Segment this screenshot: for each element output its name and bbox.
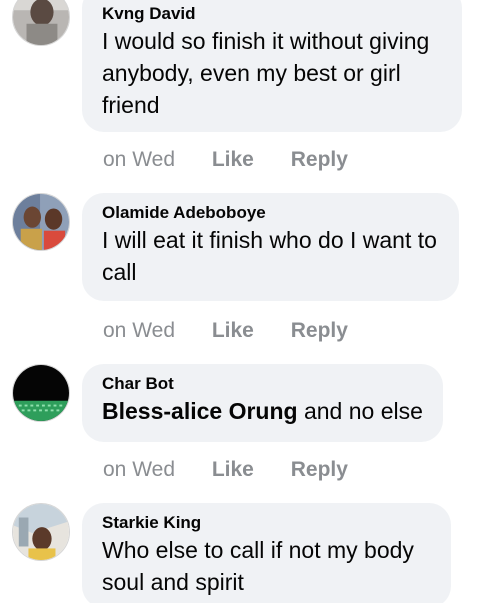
like-button[interactable]: Like [212, 148, 254, 172]
comment-author[interactable]: Starkie King [102, 513, 431, 533]
avatar-photo [13, 365, 69, 421]
comment-bubble: Olamide Adeboboye I will eat it finish w… [82, 193, 459, 301]
reply-button[interactable]: Reply [291, 148, 348, 172]
comment-text: Bless-alice Orung and no else [102, 395, 423, 427]
comment-bubble: Kvng David I would so finish it without … [82, 0, 462, 132]
comment-timestamp[interactable]: on Wed [103, 319, 175, 343]
comment-author[interactable]: Kvng David [102, 4, 442, 24]
comment-timestamp[interactable]: on Wed [103, 148, 175, 172]
avatar[interactable] [12, 0, 70, 46]
comment-bubble: Char Bot Bless-alice Orung and no else [82, 364, 443, 442]
avatar-photo [13, 0, 69, 45]
comment-text: Who else to call if not my body soul and… [102, 537, 414, 595]
avatar[interactable] [12, 193, 70, 251]
comment-bubble: Starkie King Who else to call if not my … [82, 503, 451, 603]
comment-author[interactable]: Olamide Adeboboye [102, 203, 439, 223]
comment-text: I will eat it finish who do I want to ca… [102, 227, 437, 285]
comment-thread: Kvng David I would so finish it without … [0, 0, 479, 603]
like-button[interactable]: Like [212, 319, 254, 343]
comment-timestamp[interactable]: on Wed [103, 458, 175, 482]
comment-text-rest: and no else [297, 398, 423, 424]
reply-button[interactable]: Reply [291, 458, 348, 482]
avatar-photo [13, 194, 69, 250]
comment-actions: on Wed Like Reply [103, 319, 348, 343]
comment-actions: on Wed Like Reply [103, 148, 348, 172]
comment-text: I would so finish it without giving anyb… [102, 28, 430, 118]
like-button[interactable]: Like [212, 458, 254, 482]
avatar-photo [13, 504, 69, 560]
avatar[interactable] [12, 503, 70, 561]
reply-button[interactable]: Reply [291, 319, 348, 343]
comment-actions: on Wed Like Reply [103, 458, 348, 482]
avatar[interactable] [12, 364, 70, 422]
comment-author[interactable]: Char Bot [102, 374, 423, 394]
mention-link[interactable]: Bless-alice Orung [102, 398, 298, 424]
